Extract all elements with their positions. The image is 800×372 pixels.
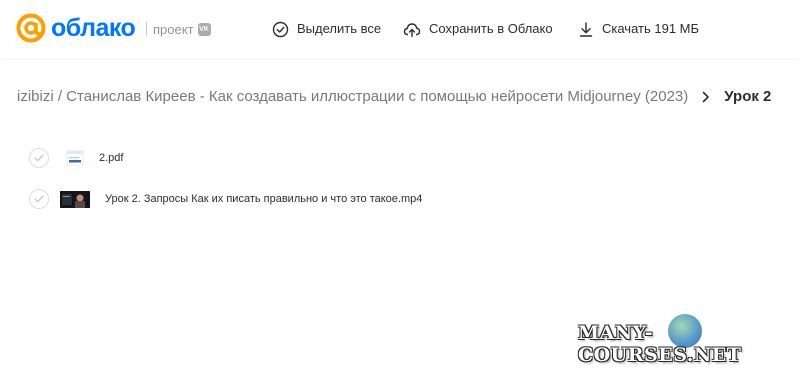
file-name[interactable]: 2.pdf	[99, 151, 123, 165]
select-all-label: Выделить все	[297, 21, 382, 36]
logo-divider	[146, 22, 147, 36]
save-to-cloud-label: Сохранить в Облако	[429, 21, 553, 36]
video-thumbnail-icon	[60, 190, 90, 208]
download-label: Скачать 191 МБ	[602, 21, 700, 36]
vk-icon: VK	[197, 23, 211, 36]
check-icon	[34, 195, 44, 203]
download-icon	[579, 21, 593, 37]
select-checkbox[interactable]	[29, 148, 49, 168]
file-name[interactable]: Урок 2. Запросы Как их писать правильно …	[105, 192, 422, 206]
pdf-thumbnail-icon	[66, 149, 84, 167]
cloud-logo[interactable]: облако	[16, 13, 136, 43]
cloud-upload-icon	[403, 22, 421, 37]
breadcrumb: izibizi / Станислав Киреев - Как создава…	[17, 87, 771, 107]
check-icon	[34, 154, 44, 162]
breadcrumb-current: Урок 2	[724, 88, 772, 105]
select-all-button[interactable]: Выделить все	[272, 20, 381, 38]
top-bar: облако проект VK Выделить все Сохранить …	[0, 0, 800, 58]
at-sign-logo-icon	[16, 13, 46, 43]
chevron-right-icon	[702, 91, 710, 103]
select-checkbox[interactable]	[29, 189, 49, 209]
breadcrumb-path-link[interactable]: izibizi / Станислав Киреев - Как создава…	[17, 87, 688, 107]
logo-text: облако	[51, 14, 136, 42]
watermark: MANY-COURSES.NET	[578, 322, 742, 366]
project-label: проект	[153, 22, 194, 37]
file-row-video[interactable]: Урок 2. Запросы Как их писать правильно …	[29, 189, 422, 209]
check-circle-icon	[272, 21, 289, 37]
file-row-pdf[interactable]: 2.pdf	[29, 148, 123, 168]
save-to-cloud-button[interactable]: Сохранить в Облако	[403, 20, 553, 38]
project-vk-label: проект VK	[153, 22, 211, 37]
download-button[interactable]: Скачать 191 МБ	[578, 20, 699, 38]
